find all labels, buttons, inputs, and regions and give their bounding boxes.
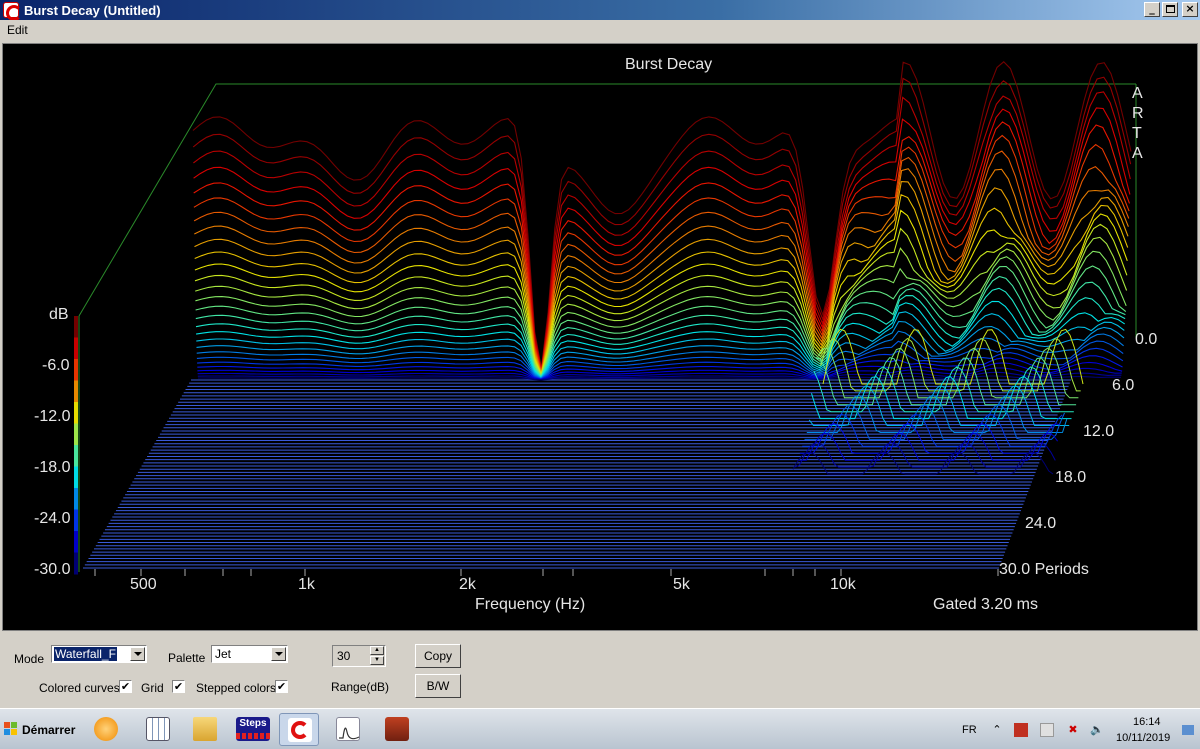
tray-app-icon[interactable] <box>1014 723 1028 737</box>
colored-curves-label: Colored curves <box>39 681 120 695</box>
colorbar-tick: -24.0 <box>34 510 71 527</box>
decay-slice <box>195 236 1128 377</box>
colorbar-tick: -18.0 <box>34 459 71 476</box>
stepped-colors-label: Stepped colors <box>196 681 277 695</box>
copy-button[interactable]: Copy <box>415 644 461 668</box>
palette-label: Palette <box>168 651 206 665</box>
volume-icon[interactable]: 🔈 <box>1090 723 1104 737</box>
x-tick: 10k <box>830 576 856 593</box>
clock-date: 10/11/2019 <box>1116 732 1171 744</box>
gating-note: Gated 3.20 ms <box>933 596 1038 613</box>
colorbar-segment <box>74 380 78 403</box>
decay-ridge <box>806 394 1068 433</box>
palette-select[interactable]: Jet <box>211 645 288 663</box>
mode-select[interactable]: Waterfall_F <box>51 645 147 663</box>
show-desktop-icon[interactable] <box>1182 725 1194 735</box>
spin-up-icon[interactable]: ▲ <box>370 646 384 655</box>
mode-label: Mode <box>14 652 45 666</box>
colored-curves-checkbox[interactable]: ✔ <box>119 680 132 693</box>
maximize-button[interactable] <box>1162 2 1178 17</box>
range-spinbox[interactable]: 30 ▲ ▼ <box>332 645 386 667</box>
brand-letter: T <box>1132 125 1142 142</box>
colorbar-tick: -12.0 <box>34 408 71 425</box>
menu-bar: Edit <box>0 20 1200 40</box>
decay-slice <box>196 311 1125 379</box>
grid-checkbox[interactable]: ✔ <box>172 680 185 693</box>
taskbar: Démarrer Steps FR ⌃ ✖ 🔈 16:14 10/11/2019 <box>0 708 1200 749</box>
colorbar-segment <box>74 337 78 360</box>
media-player-icon[interactable] <box>86 713 126 746</box>
calculator-icon[interactable] <box>138 713 178 746</box>
language-indicator[interactable]: FR <box>962 724 977 736</box>
waterfall-svg <box>74 61 1137 576</box>
app-icon[interactable] <box>3 2 22 21</box>
z-tick: 0.0 <box>1135 331 1158 348</box>
x-tick: 5k <box>673 576 690 593</box>
colorbar-segment <box>74 359 78 381</box>
spin-down-icon[interactable]: ▼ <box>370 656 384 665</box>
colorbar-segment <box>74 445 78 467</box>
action-center-icon[interactable] <box>1040 723 1054 737</box>
brand-letter: R <box>1132 105 1144 122</box>
palette-value: Jet <box>215 647 232 661</box>
z-tick: 18.0 <box>1055 469 1087 486</box>
colorbar-tick: -30.0 <box>34 561 71 578</box>
colorbar-segment <box>74 552 78 575</box>
colorbar-label: dB <box>49 306 69 323</box>
title-bar: Burst Decay (Untitled) _ × <box>0 0 1200 21</box>
arta-app-icon[interactable] <box>279 713 319 746</box>
colorbar-tick: -6.0 <box>42 357 70 374</box>
window-title: Burst Decay (Untitled) <box>24 3 161 18</box>
colorbar-segment <box>74 316 78 338</box>
impedance-app-icon[interactable] <box>328 713 368 746</box>
grid-label: Grid <box>141 681 164 695</box>
colorbar-segment <box>74 402 78 424</box>
colorbar-segment <box>74 423 78 446</box>
range-label: Range(dB) <box>331 680 390 694</box>
decay-slice <box>194 209 1128 377</box>
x-axis-label: Frequency (Hz) <box>475 596 586 613</box>
start-button[interactable]: Démarrer <box>2 715 80 743</box>
decay-slice <box>194 223 1128 377</box>
network-error-icon[interactable]: ✖ <box>1066 723 1080 737</box>
colorbar-segment <box>74 488 78 510</box>
windows-logo-icon <box>4 722 17 735</box>
colorbar-segment <box>74 509 78 532</box>
clock-time: 16:14 <box>1133 716 1161 728</box>
folder-icon[interactable] <box>185 713 225 746</box>
x-tick: 2k <box>459 576 476 593</box>
camera-app-icon[interactable] <box>377 713 417 746</box>
mode-value: Waterfall_F <box>54 647 117 661</box>
decay-slice <box>192 61 1132 369</box>
menu-edit[interactable]: Edit <box>7 23 28 37</box>
stepped-colors-checkbox[interactable]: ✔ <box>275 680 288 693</box>
close-button[interactable]: × <box>1182 2 1198 17</box>
plot-title: Burst Decay <box>625 56 713 73</box>
colorbar-segment <box>74 531 78 553</box>
z-tick: 30.0 Periods <box>999 561 1089 578</box>
z-tick: 24.0 <box>1025 515 1057 532</box>
decay-slice <box>196 330 1124 380</box>
range-value: 30 <box>337 649 351 663</box>
start-label: Démarrer <box>22 723 76 737</box>
colorbar-segment <box>74 466 78 489</box>
z-tick: 6.0 <box>1112 377 1135 394</box>
brand-letter: A <box>1132 85 1143 102</box>
x-tick: 500 <box>130 576 157 593</box>
chevron-down-icon[interactable] <box>271 647 286 661</box>
minimize-button[interactable]: _ <box>1144 2 1160 17</box>
maximize-icon <box>1166 5 1175 13</box>
burst-decay-plot: Burst Decay A R T A dB -6.0 -12.0 -18.0 … <box>2 43 1198 631</box>
steps-app-icon[interactable]: Steps <box>233 713 273 746</box>
z-tick: 12.0 <box>1083 423 1115 440</box>
show-hidden-icons-icon[interactable]: ⌃ <box>990 723 1004 737</box>
steps-label: Steps <box>239 718 267 729</box>
x-tick: 1k <box>298 576 315 593</box>
bw-button[interactable]: B/W <box>415 674 461 698</box>
brand-letter: A <box>1132 145 1143 162</box>
brand-label: A R T A <box>1132 84 1144 164</box>
chevron-down-icon[interactable] <box>130 647 145 661</box>
